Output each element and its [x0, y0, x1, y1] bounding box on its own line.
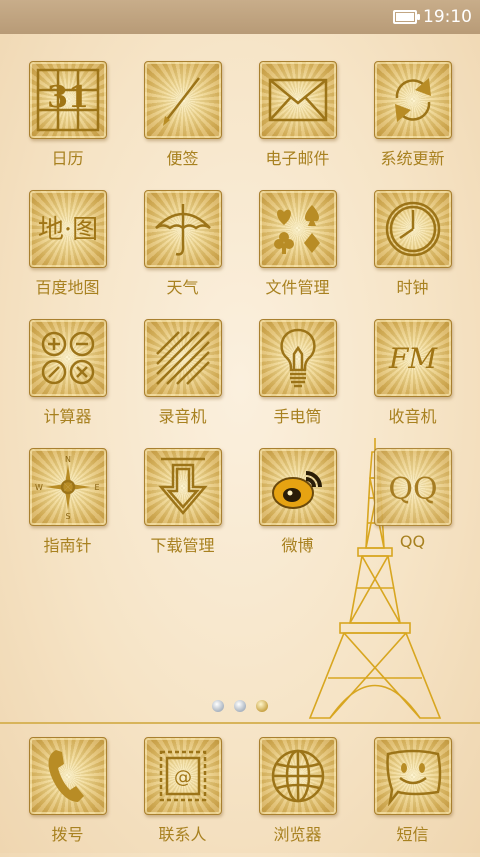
- app-label: 收音机: [388, 407, 437, 426]
- pen-icon: [144, 61, 222, 139]
- dock-browser[interactable]: 浏览器: [240, 737, 355, 857]
- app-label: 指南针: [43, 536, 92, 555]
- app-label: 拨号: [51, 825, 84, 844]
- smiley-message-icon: [374, 737, 452, 815]
- app-qq[interactable]: QQ QQ: [355, 448, 470, 568]
- svg-text:N: N: [65, 455, 71, 464]
- status-time: 19:10: [423, 7, 472, 27]
- page-indicator[interactable]: [0, 700, 480, 712]
- app-label: 天气: [166, 278, 199, 297]
- compass-icon: N E S W: [29, 448, 107, 526]
- app-label: 日历: [51, 149, 84, 168]
- svg-text:E: E: [94, 483, 99, 492]
- app-label: 电子邮件: [265, 149, 330, 168]
- calendar-icon: 31: [29, 61, 107, 139]
- app-email[interactable]: 电子邮件: [240, 61, 355, 181]
- umbrella-icon: [144, 190, 222, 268]
- dock-messages[interactable]: 短信: [355, 737, 470, 857]
- svg-text:31: 31: [47, 80, 89, 115]
- app-label: 时钟: [396, 278, 429, 297]
- app-label: 短信: [396, 825, 429, 844]
- app-download-manager[interactable]: 下载管理: [125, 448, 240, 568]
- app-label: 百度地图: [35, 278, 100, 297]
- svg-text:FM: FM: [388, 342, 438, 375]
- app-flashlight[interactable]: 手电筒: [240, 319, 355, 439]
- app-label: 便签: [166, 149, 199, 168]
- clock-icon: [374, 190, 452, 268]
- dock-contacts[interactable]: @ 联系人: [125, 737, 240, 857]
- app-label: 计算器: [43, 407, 92, 426]
- app-baidu-map[interactable]: 地·图 百度地图: [10, 190, 125, 310]
- app-calendar[interactable]: 31 日历: [10, 61, 125, 181]
- app-label: 浏览器: [273, 825, 322, 844]
- lightbulb-icon: [259, 319, 337, 397]
- map-icon: 地·图: [29, 190, 107, 268]
- app-label: 下载管理: [150, 536, 215, 555]
- download-arrow-icon: [144, 448, 222, 526]
- calculator-icon: [29, 319, 107, 397]
- page-dot-active[interactable]: [256, 700, 268, 712]
- svg-text:@: @: [174, 767, 192, 788]
- app-calculator[interactable]: 计算器: [10, 319, 125, 439]
- svg-text:W: W: [35, 483, 43, 492]
- app-label: 系统更新: [380, 149, 445, 168]
- app-file-manager[interactable]: 文件管理: [240, 190, 355, 310]
- svg-text:QQ: QQ: [388, 472, 437, 507]
- app-label: 文件管理: [265, 278, 330, 297]
- card-suits-icon: [259, 190, 337, 268]
- page-dot[interactable]: [212, 700, 224, 712]
- app-radio[interactable]: FM 收音机: [355, 319, 470, 439]
- radio-icon: FM: [374, 319, 452, 397]
- app-label: 联系人: [158, 825, 207, 844]
- svg-text:S: S: [65, 512, 70, 520]
- app-compass[interactable]: N E S W 指南针: [10, 448, 125, 568]
- app-recorder[interactable]: 录音机: [125, 319, 240, 439]
- battery-icon: [393, 10, 420, 24]
- app-notes[interactable]: 便签: [125, 61, 240, 181]
- dock-divider: [0, 722, 480, 724]
- app-system-update[interactable]: 系统更新: [355, 61, 470, 181]
- globe-icon: [259, 737, 337, 815]
- app-label: QQ: [399, 532, 426, 551]
- svg-text:地·图: 地·图: [38, 215, 98, 245]
- contacts-stamp-icon: @: [144, 737, 222, 815]
- envelope-icon: [259, 61, 337, 139]
- app-label: 手电筒: [273, 407, 322, 426]
- phone-icon: [29, 737, 107, 815]
- page-dot[interactable]: [234, 700, 246, 712]
- stripes-icon: [144, 319, 222, 397]
- app-weather[interactable]: 天气: [125, 190, 240, 310]
- app-label: 录音机: [158, 407, 207, 426]
- dock-dialer[interactable]: 拨号: [10, 737, 125, 857]
- status-bar: 19:10: [0, 0, 480, 34]
- app-clock[interactable]: 时钟: [355, 190, 470, 310]
- qq-icon: QQ: [374, 448, 452, 526]
- refresh-icon: [374, 61, 452, 139]
